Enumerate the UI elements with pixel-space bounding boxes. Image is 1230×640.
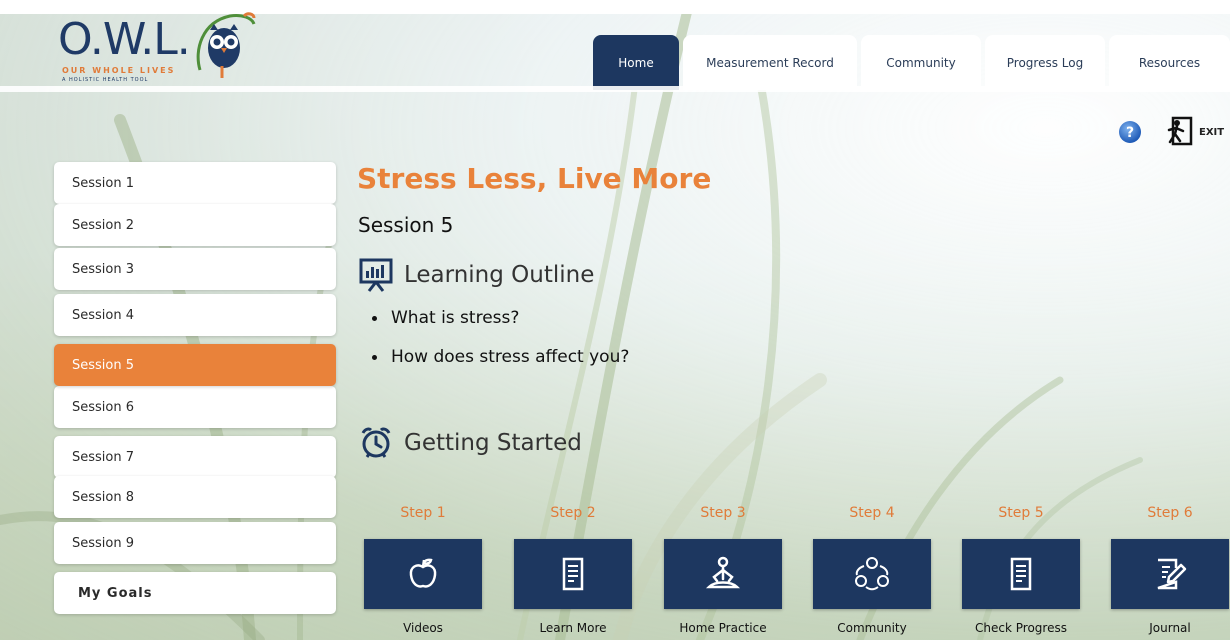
- step-community[interactable]: Step 4 Community: [813, 505, 931, 635]
- getting-started-heading: Getting Started: [358, 425, 582, 461]
- owl-icon: [196, 12, 256, 78]
- journal-edit-icon: [1157, 558, 1187, 590]
- step-caption: Community: [837, 621, 907, 635]
- tab-community[interactable]: Community: [861, 35, 981, 90]
- sidebar-item-session-4[interactable]: Session 4: [54, 294, 336, 336]
- step-journal[interactable]: Step 6 Journal: [1111, 505, 1229, 635]
- sidebar-item-my-goals[interactable]: My Goals: [54, 572, 336, 614]
- document-icon: [562, 557, 584, 591]
- tab-progress-log[interactable]: Progress Log: [985, 35, 1105, 90]
- step-number: Step 1: [400, 505, 446, 521]
- step-caption: Videos: [403, 621, 443, 635]
- sidebar-item-session-8[interactable]: Session 8: [54, 476, 336, 518]
- sidebar-item-session-1[interactable]: Session 1: [54, 162, 336, 204]
- logo-subtitle: A HOLISTIC HEALTH TOOL: [62, 77, 149, 83]
- apple-icon: [409, 558, 437, 588]
- sidebar-item-session-3[interactable]: Session 3: [54, 248, 336, 290]
- step-videos-button[interactable]: [364, 539, 482, 609]
- step-learn-more[interactable]: Step 2 Learn More: [514, 505, 632, 635]
- tab-home[interactable]: Home: [593, 35, 679, 90]
- logo-wordmark: O.W.L.: [58, 14, 191, 65]
- step-number: Step 6: [1147, 505, 1193, 521]
- step-home-practice[interactable]: Step 3 Home Practice: [664, 505, 782, 635]
- learning-outline-heading: Learning Outline: [358, 257, 594, 293]
- main-nav-tabs: Home Measurement Record Community Progre…: [593, 35, 1230, 90]
- step-community-button[interactable]: [813, 539, 931, 609]
- learning-outline-list: What is stress? How does stress affect y…: [372, 308, 629, 386]
- session-heading: Session 5: [358, 213, 454, 237]
- meditation-icon: [705, 556, 741, 589]
- page-title: Stress Less, Live More: [357, 162, 712, 195]
- svg-text:?: ?: [1126, 125, 1134, 141]
- header-divider: [0, 86, 1230, 92]
- owl-logo[interactable]: O.W.L. OUR WHOLE LIVES A HOLISTIC HEALTH…: [52, 10, 257, 88]
- step-journal-button[interactable]: [1111, 539, 1229, 609]
- sidebar-item-session-6[interactable]: Session 6: [54, 386, 336, 428]
- step-number: Step 3: [700, 505, 746, 521]
- exit-icon: [1167, 116, 1193, 146]
- sidebar-item-session-9[interactable]: Session 9: [54, 522, 336, 564]
- alarm-clock-icon: [361, 427, 391, 458]
- document-icon: [1010, 557, 1032, 591]
- sidebar-item-session-2[interactable]: Session 2: [54, 204, 336, 246]
- step-caption: Journal: [1149, 621, 1191, 635]
- getting-started-title: Getting Started: [404, 430, 582, 456]
- list-item: What is stress?: [372, 308, 629, 330]
- step-caption: Learn More: [539, 621, 607, 635]
- tab-resources[interactable]: Resources: [1109, 35, 1230, 90]
- presentation-chart-icon: [359, 258, 393, 292]
- exit-button[interactable]: EXIT: [1163, 115, 1227, 147]
- exit-label: EXIT: [1199, 127, 1225, 138]
- step-check-progress-button[interactable]: [962, 539, 1080, 609]
- tab-measurement-record[interactable]: Measurement Record: [683, 35, 857, 90]
- bullet-dot: [372, 315, 377, 321]
- step-caption: Home Practice: [679, 621, 767, 635]
- step-check-progress[interactable]: Step 5 Check Progress: [962, 505, 1080, 635]
- community-icon: [855, 557, 889, 591]
- sidebar-item-session-5[interactable]: Session 5: [54, 344, 336, 386]
- header-bar: O.W.L. OUR WHOLE LIVES A HOLISTIC HEALTH…: [0, 0, 1230, 90]
- learning-outline-title: Learning Outline: [404, 262, 595, 288]
- step-learn-more-button[interactable]: [514, 539, 632, 609]
- bullet-dot: [372, 354, 377, 360]
- outline-item-text: What is stress?: [391, 308, 520, 328]
- list-item: How does stress affect you?: [372, 347, 629, 369]
- step-number: Step 2: [550, 505, 596, 521]
- step-number: Step 5: [998, 505, 1044, 521]
- question-circle-icon[interactable]: ?: [1118, 120, 1142, 144]
- step-home-practice-button[interactable]: [664, 539, 782, 609]
- step-videos[interactable]: Step 1 Videos: [364, 505, 482, 635]
- outline-item-text: How does stress affect you?: [391, 347, 630, 367]
- sidebar-item-session-7[interactable]: Session 7: [54, 436, 336, 478]
- logo-tagline: OUR WHOLE LIVES: [62, 66, 176, 75]
- step-number: Step 4: [849, 505, 895, 521]
- step-caption: Check Progress: [975, 621, 1067, 635]
